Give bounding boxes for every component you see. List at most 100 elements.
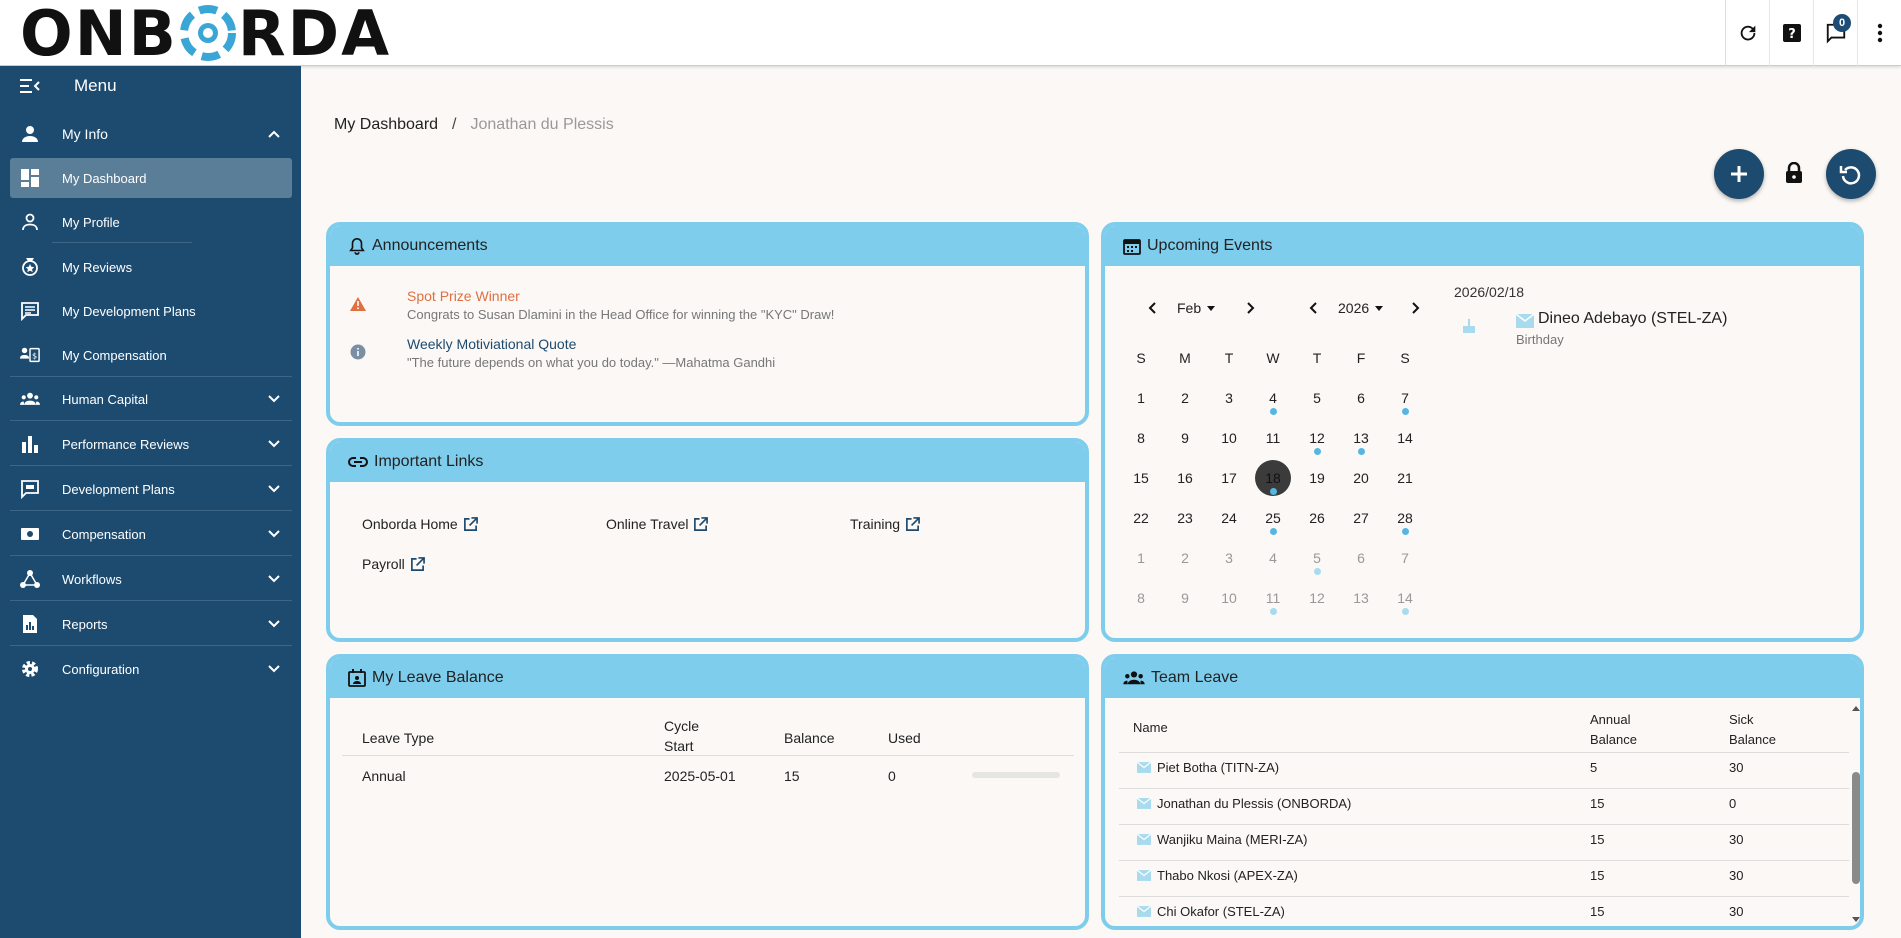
calendar-day[interactable]: 22 [1123,500,1159,536]
sick-balance-cell: 30 [1729,760,1744,775]
calendar-day[interactable]: 9 [1167,420,1203,456]
calendar-day[interactable]: 3 [1211,380,1247,416]
calendar-day[interactable]: 11 [1255,420,1291,456]
calendar-day[interactable]: 20 [1343,460,1379,496]
sidebar-item-human-capital[interactable]: Human Capital [10,379,292,419]
sidebar-item-label: My Dashboard [62,170,147,186]
calendar-day[interactable]: 6 [1343,380,1379,416]
sidebar-item-label: Performance Reviews [62,436,190,452]
annual-balance-cell: 15 [1590,868,1605,883]
onborda-logo[interactable]: ONB RDA [20,0,391,70]
external-link-icon [410,556,425,571]
scroll-up-icon[interactable] [1851,704,1861,712]
calendar-day[interactable]: 16 [1167,460,1203,496]
calendar-day[interactable]: 2 [1167,380,1203,416]
sidebar-item-my-compensation[interactable]: $ My Compensation [10,335,292,375]
link-onborda-home[interactable]: Onborda Home [362,516,478,532]
used-cell: 0 [888,768,896,784]
next-month-icon[interactable] [1244,302,1256,314]
sidebar-item-performance-reviews[interactable]: Performance Reviews [10,424,292,464]
calendar-day[interactable]: 15 [1123,460,1159,496]
scroll-down-icon[interactable] [1851,916,1861,924]
next-year-icon[interactable] [1409,302,1421,314]
calendar-day[interactable]: 17 [1211,460,1247,496]
sidebar-item-reports[interactable]: Reports [10,604,292,644]
lock-button[interactable] [1784,161,1804,187]
breadcrumb: My Dashboard / Jonathan du Plessis [334,116,614,134]
reset-button[interactable] [1826,149,1876,199]
calendar-day[interactable]: 23 [1167,500,1203,536]
sidebar-item-my-profile[interactable]: My Profile [10,202,292,242]
calendar-day[interactable]: 8 [1123,420,1159,456]
calendar-day[interactable]: 14 [1387,420,1423,456]
mail-icon[interactable] [1137,762,1151,773]
sidebar-item-my-dashboard[interactable]: My Dashboard [10,158,292,198]
calendar-day[interactable]: 19 [1299,460,1335,496]
calendar-day[interactable]: 27 [1343,500,1379,536]
sidebar-item-my-development-plans[interactable]: My Development Plans [10,291,292,331]
sidebar-item-development-plans[interactable]: Development Plans [10,469,292,509]
svg-text:?: ? [1788,27,1796,42]
calendar-day-outside[interactable]: 1 [1123,540,1159,576]
calendar-day[interactable]: 5 [1299,380,1335,416]
sidebar-item-compensation[interactable]: Compensation [10,514,292,554]
announcement-item[interactable]: Spot Prize Winner Congrats to Susan Dlam… [407,288,834,322]
refresh-icon [1740,25,1755,41]
important-links-card: Important Links Onborda Home Online Trav… [326,438,1089,642]
calendar-day-outside[interactable]: 2 [1167,540,1203,576]
event-dot [1270,408,1277,415]
menu-header[interactable]: Menu [0,66,301,106]
event-dot [1402,608,1409,615]
sidebar-item-my-reviews[interactable]: My Reviews [10,247,292,287]
calendar-day[interactable]: 21 [1387,460,1423,496]
month-select[interactable]: Feb [1177,300,1216,316]
sidebar-item-workflows[interactable]: Workflows [10,559,292,599]
collapse-menu-icon[interactable] [20,78,40,94]
mail-icon[interactable] [1137,906,1151,917]
calendar-day-outside[interactable]: 4 [1255,540,1291,576]
calendar-day[interactable]: 26 [1299,500,1335,536]
gear-icon [22,661,38,677]
link-payroll[interactable]: Payroll [362,556,425,572]
mail-icon[interactable] [1137,834,1151,845]
link-label: Onborda Home [362,516,458,532]
more-options-button[interactable] [1857,0,1901,66]
calendar-day-outside[interactable]: 10 [1211,580,1247,616]
leave-balance-card: My Leave Balance Leave Type Cycle Start … [326,654,1089,930]
prev-year-icon[interactable] [1308,302,1320,314]
header-line: Sick [1729,712,1754,727]
sidebar-item-configuration[interactable]: Configuration [10,649,292,689]
add-button[interactable] [1714,149,1764,199]
calendar-day[interactable]: 24 [1211,500,1247,536]
scrollbar-thumb[interactable] [1852,772,1860,884]
announcement-item[interactable]: Weekly Motiviational Quote "The future d… [407,336,775,370]
mail-icon[interactable] [1137,798,1151,809]
calendar-day[interactable]: 1 [1123,380,1159,416]
year-select[interactable]: 2026 [1338,300,1384,316]
calendar-day-outside[interactable]: 12 [1299,580,1335,616]
calendar-day-outside[interactable]: 13 [1343,580,1379,616]
lock-icon [1786,161,1802,183]
refresh-button[interactable] [1725,0,1769,66]
calendar-day-outside[interactable]: 3 [1211,540,1247,576]
calendar-day[interactable]: 10 [1211,420,1247,456]
header-line: Balance [1729,732,1776,747]
calendar-day-outside[interactable]: 7 [1387,540,1423,576]
messages-button[interactable]: 0 [1813,0,1857,66]
calendar-day-outside[interactable]: 9 [1167,580,1203,616]
column-header-used: Used [888,730,921,746]
calendar-day-outside[interactable]: 8 [1123,580,1159,616]
link-training[interactable]: Training [850,516,920,532]
breadcrumb-root[interactable]: My Dashboard [334,116,438,133]
prev-month-icon[interactable] [1147,302,1159,314]
mail-icon[interactable] [1137,870,1151,881]
mail-icon[interactable] [1516,314,1534,328]
calendar-day-outside[interactable]: 6 [1343,540,1379,576]
sidebar-item-my-info[interactable]: My Info [10,114,292,154]
link-online-travel[interactable]: Online Travel [606,516,709,532]
sidebar: Menu My Info My Dashboard My Profile My … [0,66,301,938]
help-button[interactable]: ? [1769,0,1813,66]
announcement-title: Spot Prize Winner [407,288,520,304]
event-dot [1358,448,1365,455]
header-line: Cycle [664,718,700,734]
